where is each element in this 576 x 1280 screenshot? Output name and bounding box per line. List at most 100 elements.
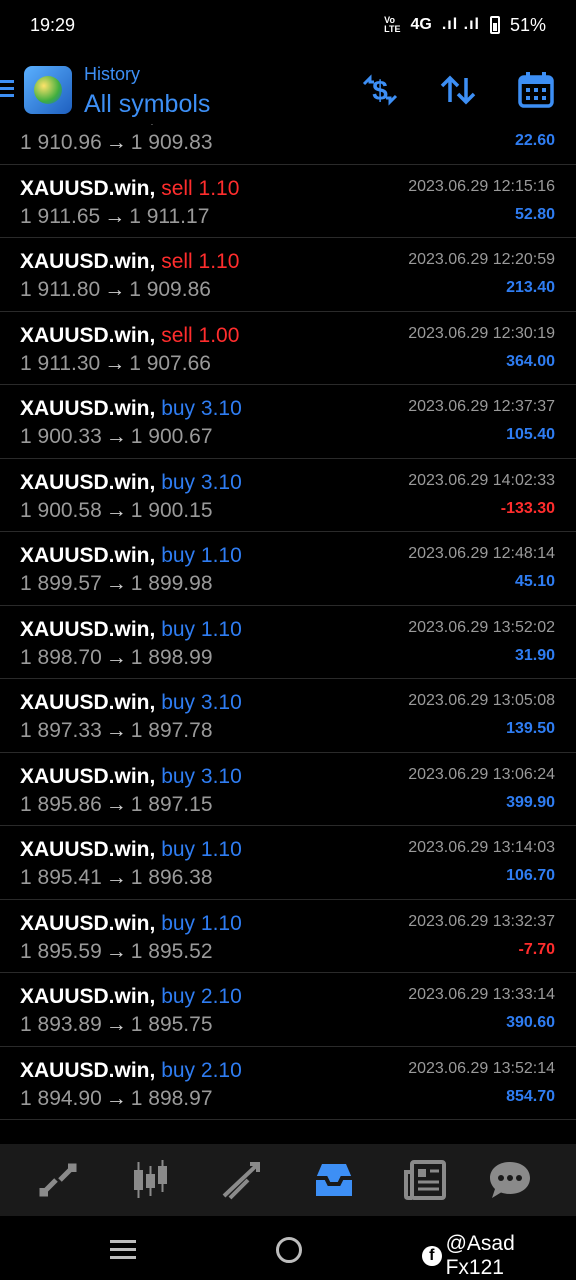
trade-icon[interactable] bbox=[218, 1158, 266, 1202]
open-price: 1 900.58 bbox=[20, 498, 102, 522]
symbol-filter[interactable]: All symbols bbox=[84, 90, 210, 119]
close-price: 1 909.83 bbox=[130, 131, 213, 154]
trade-datetime: 2023.06.29 12:20:59 bbox=[408, 251, 555, 268]
arrow-right-icon: → bbox=[105, 572, 127, 595]
chart-icon[interactable] bbox=[126, 1158, 174, 1202]
trade-row[interactable]: XAUUSD.win, buy 3.10 1 900.58 → 1 900.15 202… bbox=[0, 459, 576, 532]
trade-volume: 1.10 bbox=[200, 838, 242, 861]
trade-datetime: 2023.06.29 12:48:14 bbox=[408, 545, 555, 562]
trade-profit: -133.30 bbox=[500, 499, 555, 517]
arrow-right-icon: → bbox=[105, 939, 127, 963]
open-price: 1 897.33 bbox=[20, 719, 102, 742]
trade-symbol: XAUUSD.win, buy 1.10 bbox=[20, 544, 242, 568]
trade-volume: 3.10 bbox=[200, 691, 242, 714]
trade-datetime: 2023.06.29 13:05:08 bbox=[408, 692, 555, 709]
recent-apps-button[interactable] bbox=[110, 1240, 136, 1264]
symbol-name: XAUUSD.win, bbox=[20, 985, 156, 1008]
trade-row[interactable]: XAUUSD.win, buy 2.10 1 894.90 → 1 898.97 202… bbox=[0, 1047, 576, 1120]
close-price: 1 896.38 bbox=[130, 866, 213, 889]
home-button[interactable] bbox=[276, 1237, 302, 1263]
trade-prices: 1 897.33 → 1 897.78 bbox=[20, 719, 213, 743]
trade-prices: 1 895.86 → 1 897.15 bbox=[20, 793, 213, 817]
open-price: 1 911.65 bbox=[20, 204, 101, 228]
trade-row[interactable]: XAUUSD.win, buy 3.10 1 897.33 → 1 897.78 202… bbox=[0, 679, 576, 753]
close-price: 1 899.98 bbox=[130, 572, 213, 595]
news-icon[interactable] bbox=[402, 1158, 450, 1202]
close-price: 1 911.17 bbox=[129, 204, 210, 228]
currency-exchange-icon[interactable]: $ bbox=[360, 70, 400, 110]
trade-prices: 1 900.58 → 1 900.15 bbox=[20, 499, 213, 523]
history-icon[interactable] bbox=[310, 1158, 358, 1202]
trade-row[interactable]: XAUUSD.win, sell 0.201 910.96→1 909.8320… bbox=[0, 124, 576, 165]
trade-volume: 2.10 bbox=[200, 985, 242, 1008]
symbol-name: XAUUSD.win, bbox=[20, 323, 156, 347]
battery-percent: 51% bbox=[509, 14, 546, 35]
trade-side: buy bbox=[161, 617, 196, 641]
symbol-name: XAUUSD.win, bbox=[20, 397, 156, 420]
svg-text:$: $ bbox=[372, 75, 388, 106]
trade-profit: 854.70 bbox=[506, 1087, 555, 1105]
trade-type: buy 1.10 bbox=[161, 838, 242, 861]
sort-icon[interactable] bbox=[438, 70, 478, 110]
trade-side: buy bbox=[161, 764, 196, 788]
trade-prices: 1 894.90 → 1 898.97 bbox=[20, 1087, 213, 1111]
open-price: 1 895.41 bbox=[20, 866, 102, 889]
app-logo bbox=[24, 66, 72, 114]
trade-volume: 3.10 bbox=[200, 764, 242, 788]
trade-side: sell bbox=[161, 250, 193, 273]
arrow-right-icon: → bbox=[105, 1013, 127, 1036]
trade-row[interactable]: XAUUSD.win, buy 1.10 1 899.57 → 1 899.98 202… bbox=[0, 532, 576, 606]
trade-side: sell bbox=[161, 323, 193, 347]
app-header: History All symbols $ bbox=[0, 58, 576, 124]
open-price: 1 895.86 bbox=[20, 792, 102, 816]
trade-row[interactable]: XAUUSD.win, sell 1.10 1 911.80 → 1 909.86 20… bbox=[0, 238, 576, 312]
trade-symbol: XAUUSD.win, sell 1.10 bbox=[20, 250, 239, 274]
open-price: 1 910.96 bbox=[20, 131, 102, 154]
trade-datetime: 2023.06.29 12:15:16 bbox=[408, 177, 555, 195]
trade-side: buy bbox=[161, 470, 196, 494]
trade-row[interactable]: XAUUSD.win, buy 1.10 1 895.59 → 1 895.52 202… bbox=[0, 900, 576, 973]
quotes-icon[interactable] bbox=[34, 1158, 82, 1202]
trade-row[interactable]: XAUUSD.win, sell 1.00 1 911.30 → 1 907.66 20… bbox=[0, 312, 576, 385]
trade-row[interactable]: XAUUSD.win, buy 1.10 1 895.41 → 1 896.38 202… bbox=[0, 826, 576, 900]
trade-volume: 2.10 bbox=[200, 1058, 242, 1082]
trade-side: sell bbox=[161, 124, 193, 126]
trade-prices: 1 900.33 → 1 900.67 bbox=[20, 425, 213, 449]
close-price: 1 900.15 bbox=[130, 498, 213, 522]
trade-symbol: XAUUSD.win, sell 1.10 bbox=[20, 177, 239, 201]
trade-row[interactable]: XAUUSD.win, buy 3.10 1 900.33 → 1 900.67 202… bbox=[0, 385, 576, 459]
watermark: f @Asad Fx121 bbox=[422, 1232, 576, 1280]
trade-side: buy bbox=[161, 985, 196, 1008]
bottom-nav bbox=[0, 1144, 576, 1216]
trade-row[interactable]: XAUUSD.win, buy 1.10 1 898.70 → 1 898.99 202… bbox=[0, 606, 576, 679]
menu-icon[interactable] bbox=[0, 80, 14, 98]
symbol-name: XAUUSD.win, bbox=[20, 124, 155, 126]
trade-datetime: 2023.06.29 14:02:33 bbox=[408, 471, 555, 489]
trade-datetime: 2023.06.29 13:14:03 bbox=[408, 839, 555, 856]
trade-row[interactable]: XAUUSD.win, buy 3.10 1 895.86 → 1 897.15 202… bbox=[0, 753, 576, 826]
trade-volume: 1.00 bbox=[198, 323, 240, 347]
trade-datetime: 2023.06.29 12:37:37 bbox=[408, 398, 555, 415]
calendar-icon[interactable] bbox=[516, 70, 556, 110]
messages-icon[interactable] bbox=[486, 1158, 534, 1202]
symbol-name: XAUUSD.win, bbox=[20, 691, 156, 714]
trade-symbol: XAUUSD.win, sell 0.20 bbox=[20, 124, 239, 127]
close-price: 1 895.75 bbox=[130, 1013, 213, 1036]
open-price: 1 911.80 bbox=[20, 278, 101, 301]
symbol-name: XAUUSD.win, bbox=[20, 911, 156, 935]
status-time: 19:29 bbox=[30, 14, 76, 35]
battery-icon bbox=[489, 16, 500, 34]
trade-side: buy bbox=[161, 544, 196, 567]
watermark-text: @Asad Fx121 bbox=[445, 1232, 515, 1279]
trade-profit: 22.60 bbox=[514, 132, 555, 149]
trade-type: buy 3.10 bbox=[161, 471, 242, 494]
header-subtitle: History bbox=[84, 64, 141, 84]
trade-row[interactable]: XAUUSD.win, buy 2.10 1 893.89 → 1 895.75 202… bbox=[0, 973, 576, 1047]
arrow-right-icon: → bbox=[105, 792, 127, 816]
trade-row[interactable]: XAUUSD.win, sell 1.10 1 911.65 → 1 911.17 20… bbox=[0, 165, 576, 238]
arrow-right-icon: → bbox=[105, 498, 127, 522]
trade-history-list[interactable]: XAUUSD.win, sell 0.20 1 910.96 → 1 909.83 20… bbox=[0, 124, 576, 1144]
network-type: 4G bbox=[410, 16, 432, 33]
facebook-icon: f bbox=[422, 1246, 442, 1266]
trade-prices: 1 895.41 → 1 896.38 bbox=[20, 866, 213, 890]
